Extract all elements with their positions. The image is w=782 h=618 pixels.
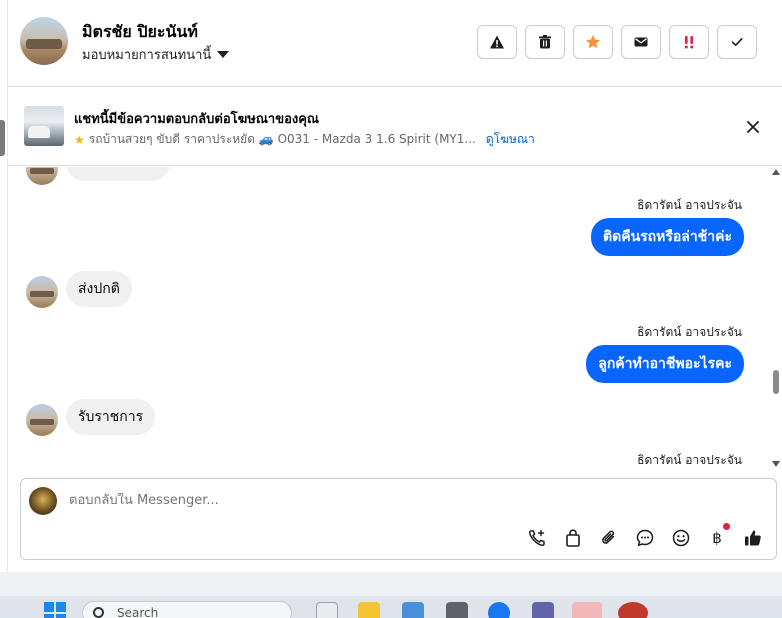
task-view-icon[interactable] xyxy=(316,602,338,618)
message-sender-name: ธิดารัตน์ อาจประจัน xyxy=(637,453,742,467)
message-sender-name: ธิดารัตน์ อาจประจัน xyxy=(637,325,742,339)
warning-icon xyxy=(490,35,504,49)
contact-message-avatar xyxy=(26,404,58,436)
close-icon[interactable] xyxy=(744,118,762,136)
thread-scrollbar[interactable] xyxy=(770,167,782,467)
reply-composer: ฿ xyxy=(20,478,777,560)
notepad-icon[interactable] xyxy=(402,602,424,618)
star-icon: ★ xyxy=(74,132,85,147)
message-sender-name: ธิดารัตน์ อาจประจัน xyxy=(637,198,742,212)
search-icon xyxy=(93,607,104,618)
mark-done-button[interactable] xyxy=(717,25,757,59)
phone-plus-icon xyxy=(528,529,545,547)
view-ad-link[interactable]: ดูโฆษณา xyxy=(486,130,535,149)
star-icon xyxy=(586,35,600,49)
message-bubble-incoming[interactable]: ส่งปกติ xyxy=(66,271,132,307)
message-bubble-incoming-partial xyxy=(66,167,170,181)
page-avatar xyxy=(29,487,57,515)
left-edge-panel xyxy=(0,0,8,618)
banner-title: แชทนี้มีข้อความตอบกลับต่อโฆษณาของคุณ xyxy=(74,112,319,127)
thumbs-up-icon xyxy=(745,530,761,546)
bag-icon xyxy=(566,529,580,547)
conversation-header: มิตรชัย ปิยะนันท์ มอบหมายการสนทนานี้ xyxy=(8,0,782,87)
messenger-inbox-window: มิตรชัย ปิยะนันท์ มอบหมายการสนทนานี้ แชท… xyxy=(0,0,782,618)
star-button[interactable] xyxy=(573,25,613,59)
assign-conversation-dropdown[interactable]: มอบหมายการสนทนานี้ xyxy=(82,44,230,65)
message-bubble-incoming[interactable]: รับราชการ xyxy=(66,399,156,435)
message-bubble-outgoing[interactable]: ติดคืนรถหรือล่าช้าค่ะ xyxy=(591,218,744,256)
message-bubble-outgoing[interactable]: ลูกค้าทำอาชีพอะไรคะ xyxy=(586,345,744,383)
chevron-down-icon xyxy=(217,51,230,58)
baht-icon: ฿ xyxy=(712,529,722,547)
taskbar-search[interactable]: Search xyxy=(82,601,292,618)
payment-button[interactable]: ฿ xyxy=(706,523,730,549)
saved-replies-button[interactable] xyxy=(634,527,656,549)
message-thread[interactable]: ธิดารัตน์ อาจประจัน ติดคืนรถหรือล่าช้าค่… xyxy=(8,167,770,474)
header-actions xyxy=(477,25,757,59)
assign-label: มอบหมายการสนทนานี้ xyxy=(82,48,212,63)
facebook-icon[interactable] xyxy=(488,602,510,618)
file-explorer-icon[interactable] xyxy=(358,602,380,618)
contact-message-avatar xyxy=(26,167,58,185)
calculator-icon[interactable] xyxy=(446,602,468,618)
mail-icon xyxy=(634,37,648,47)
check-icon xyxy=(731,38,743,46)
taskbar-search-placeholder: Search xyxy=(117,606,159,618)
reply-input[interactable] xyxy=(69,493,669,508)
teams-icon[interactable] xyxy=(532,602,554,618)
contact-message-avatar xyxy=(26,276,58,308)
like-button[interactable] xyxy=(742,527,764,549)
composer-tools: ฿ xyxy=(526,523,764,549)
windows-taskbar: Search xyxy=(0,596,782,618)
mark-unread-button[interactable] xyxy=(621,25,661,59)
scroll-down-icon[interactable] xyxy=(772,461,780,467)
follow-up-button[interactable] xyxy=(669,25,709,59)
ad-description: รถบ้านสวยๆ ขับดี ราคาประหยัด 🚙 O031 - Ma… xyxy=(88,132,476,146)
chrome-profile-icon[interactable] xyxy=(618,602,648,618)
windows-start-icon[interactable] xyxy=(44,602,68,618)
contact-name[interactable]: มิตรชัย ปิยะนันท์ xyxy=(82,20,198,45)
left-edge-handle[interactable] xyxy=(0,120,5,156)
notification-dot xyxy=(723,523,730,530)
shop-button[interactable] xyxy=(562,527,584,549)
exclamation-icon xyxy=(684,36,694,49)
attach-button[interactable] xyxy=(598,527,620,549)
ad-thumbnail[interactable] xyxy=(24,106,64,146)
contact-avatar[interactable] xyxy=(20,17,68,65)
call-button[interactable] xyxy=(526,527,548,549)
chat-bubble-icon xyxy=(636,529,654,547)
trash-icon xyxy=(539,35,551,49)
ad-reply-banner: แชทนี้มีข้อความตอบกลับต่อโฆษณาของคุณ ★ ร… xyxy=(8,88,782,166)
scrollbar-thumb[interactable] xyxy=(773,370,779,394)
smiley-icon xyxy=(672,529,690,547)
line-app-icon[interactable] xyxy=(572,602,602,618)
banner-subtitle-row: ★ รถบ้านสวยๆ ขับดี ราคาประหยัด 🚙 O031 - … xyxy=(74,130,535,149)
paperclip-icon xyxy=(602,530,615,544)
report-spam-button[interactable] xyxy=(477,25,517,59)
delete-button[interactable] xyxy=(525,25,565,59)
emoji-button[interactable] xyxy=(670,527,692,549)
scroll-up-icon[interactable] xyxy=(772,169,780,175)
page-bottom-strip xyxy=(0,572,782,596)
